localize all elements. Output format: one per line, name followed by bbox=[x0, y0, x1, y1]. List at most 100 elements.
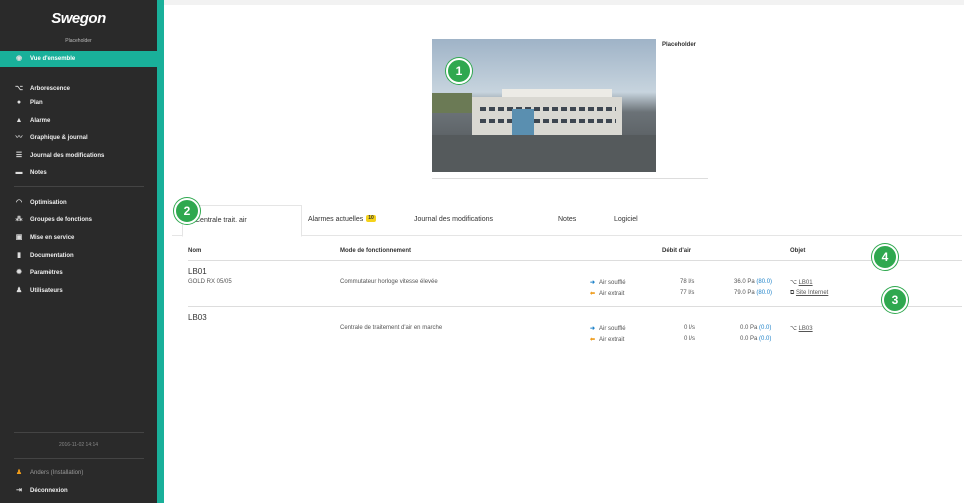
sidebar-item-label: Documentation bbox=[30, 253, 74, 259]
supply-flow: 78 l/s bbox=[680, 279, 695, 285]
col-header-name: Nom bbox=[188, 248, 202, 254]
supply-air-label: ➜ Air soufflé bbox=[590, 326, 626, 332]
row-mode: Centrale de traitement d'air en marche bbox=[340, 325, 443, 331]
sidebar-item-function-groups[interactable]: ⁂ Groupes de fonctions bbox=[14, 213, 93, 227]
arrow-right-icon: ➜ bbox=[590, 326, 596, 332]
callout-badge-3: 3 bbox=[882, 287, 908, 313]
tree-icon: ⌥ bbox=[14, 85, 24, 92]
sidebar-divider bbox=[14, 432, 144, 433]
brand-logo: Swegon bbox=[51, 10, 106, 27]
top-bar bbox=[164, 0, 964, 5]
sidebar-user-label: Anders (Installation) bbox=[30, 470, 84, 476]
col-header-airflow: Débit d'air bbox=[662, 248, 692, 254]
logout-icon: ⇥ bbox=[16, 487, 22, 494]
alarm-count-badge: 10 bbox=[366, 215, 376, 222]
sidebar-item-overview-row[interactable]: ◉ Vue d'ensemble bbox=[14, 52, 75, 66]
sidebar-item-plan[interactable]: ● Plan bbox=[14, 96, 43, 110]
sidebar-item-label: Vue d'ensemble bbox=[30, 56, 76, 62]
arrow-right-icon: ➜ bbox=[590, 280, 596, 286]
tab-change-log[interactable]: Journal des modifications bbox=[402, 205, 505, 235]
sidebar-item-label: Optimisation bbox=[30, 200, 67, 206]
sidebar-item-settings[interactable]: ✹ Paramètres bbox=[14, 266, 63, 280]
arrow-left-icon: ⬅ bbox=[590, 337, 596, 343]
col-header-mode: Mode de fonctionnement bbox=[340, 248, 411, 254]
row-name: LB01 bbox=[188, 267, 207, 276]
sidebar-item-label: Plan bbox=[30, 100, 43, 106]
site-caption: Placeholder bbox=[662, 42, 697, 48]
supply-setpoint: (80.0) bbox=[756, 279, 773, 285]
tab-air-handling-units[interactable]: Centrale trait. air bbox=[182, 205, 302, 237]
sidebar-item-optimisation[interactable]: ◠ Optimisation bbox=[14, 196, 67, 210]
bell-icon: ▲ bbox=[15, 117, 23, 124]
sidebar-timestamp: 2016-11-02 14:14 bbox=[58, 442, 99, 448]
tab-current-alarms[interactable]: Alarmes actuelles 10 bbox=[296, 205, 388, 235]
arrow-left-icon: ⬅ bbox=[590, 291, 596, 297]
object-link-lb01[interactable]: ⌥ LB01 bbox=[790, 279, 813, 286]
note-icon: ▬ bbox=[15, 169, 23, 176]
website-link[interactable]: ⧉ Site Internet bbox=[790, 290, 828, 297]
logout-label: Déconnexion bbox=[30, 488, 68, 494]
supply-setpoint: (0.0) bbox=[759, 325, 772, 331]
object-link-lb03[interactable]: ⌥ LB03 bbox=[790, 325, 813, 332]
row-mode: Commutateur horloge vitesse élevée bbox=[340, 279, 438, 285]
sidebar-item-users[interactable]: ♟ Utilisateurs bbox=[14, 284, 63, 298]
sidebar-item-alarm[interactable]: ▲ Alarme bbox=[14, 114, 51, 128]
gauge-icon: ◠ bbox=[15, 199, 23, 206]
sidebar-divider bbox=[14, 186, 144, 187]
sidebar-item-tree[interactable]: ⌥ Arborescence bbox=[14, 82, 70, 96]
sidebar-item-label: Journal des modifications bbox=[30, 153, 105, 159]
list-icon: ☰ bbox=[15, 152, 23, 159]
callout-badge-4: 4 bbox=[872, 244, 898, 270]
extract-pressure: 79.0 Pa (80.0) bbox=[734, 290, 773, 296]
eye-icon: ◉ bbox=[15, 55, 23, 62]
extract-flow: 0 l/s bbox=[684, 336, 696, 342]
supply-air-label: ➜ Air soufflé bbox=[590, 280, 626, 286]
row-divider bbox=[188, 306, 962, 307]
sidebar-item-label: Arborescence bbox=[30, 86, 71, 92]
extract-flow: 77 l/s bbox=[680, 290, 695, 296]
gear-icon: ✹ bbox=[16, 269, 22, 276]
callout-badge-1: 1 bbox=[446, 58, 472, 84]
extract-air-label: ⬅ Air extrait bbox=[590, 291, 625, 297]
tree-icon: ⌥ bbox=[790, 280, 797, 286]
row-name: LB03 bbox=[188, 313, 207, 322]
tab-notes[interactable]: Notes bbox=[546, 205, 588, 235]
callout-badge-2: 2 bbox=[174, 198, 200, 224]
supply-flow: 0 l/s bbox=[684, 325, 696, 331]
tab-software[interactable]: Logiciel bbox=[602, 205, 650, 235]
external-link-icon: ⧉ bbox=[790, 290, 795, 296]
extract-setpoint: (80.0) bbox=[756, 290, 773, 296]
document-icon: ▮ bbox=[17, 252, 21, 259]
sidebar-item-notes[interactable]: ▬ Notes bbox=[14, 166, 47, 180]
header-divider bbox=[188, 260, 962, 261]
sidebar: Swegon Placeholder ◉ Vue d'ensemble ⌥ Ar… bbox=[0, 0, 157, 503]
sidebar-item-label: Alarme bbox=[30, 118, 51, 124]
logout-button[interactable]: ⇥ Déconnexion bbox=[14, 484, 68, 498]
sidebar-item-documentation[interactable]: ▮ Documentation bbox=[14, 249, 74, 263]
photo-divider bbox=[432, 178, 708, 179]
commissioning-icon: ▣ bbox=[15, 234, 23, 241]
sidebar-item-label: Groupes de fonctions bbox=[30, 217, 93, 223]
group-icon: ⁂ bbox=[15, 216, 23, 223]
supply-pressure: 0.0 Pa (0.0) bbox=[740, 325, 772, 331]
tree-icon: ⌥ bbox=[790, 326, 797, 332]
sidebar-user[interactable]: ♟ Anders (Installation) bbox=[14, 466, 84, 480]
pin-icon: ● bbox=[16, 99, 22, 106]
brand-subtitle: Placeholder bbox=[65, 38, 92, 44]
sidebar-item-graph[interactable]: 〰 Graphique & journal bbox=[14, 131, 88, 145]
extract-air-label: ⬅ Air extrait bbox=[590, 337, 625, 343]
sidebar-item-changelog[interactable]: ☰ Journal des modifications bbox=[14, 149, 105, 163]
extract-pressure: 0.0 Pa (0.0) bbox=[740, 336, 772, 342]
main-content: Placeholder 1 Centrale trait. air Alarme… bbox=[164, 0, 964, 503]
users-icon: ♟ bbox=[15, 287, 23, 294]
tab-label: Notes bbox=[558, 216, 577, 223]
tab-label: Alarmes actuelles bbox=[308, 216, 364, 223]
chart-line-icon: 〰 bbox=[15, 134, 23, 141]
sidebar-item-commissioning[interactable]: ▣ Mise en service bbox=[14, 231, 75, 245]
sidebar-item-label: Notes bbox=[30, 170, 47, 176]
supply-pressure: 36.0 Pa (80.0) bbox=[734, 279, 773, 285]
tab-bar: Centrale trait. air Alarmes actuelles 10 … bbox=[172, 205, 962, 237]
user-icon: ♟ bbox=[15, 469, 23, 476]
col-header-object: Objet bbox=[790, 248, 806, 254]
tab-label: Centrale trait. air bbox=[195, 217, 247, 224]
